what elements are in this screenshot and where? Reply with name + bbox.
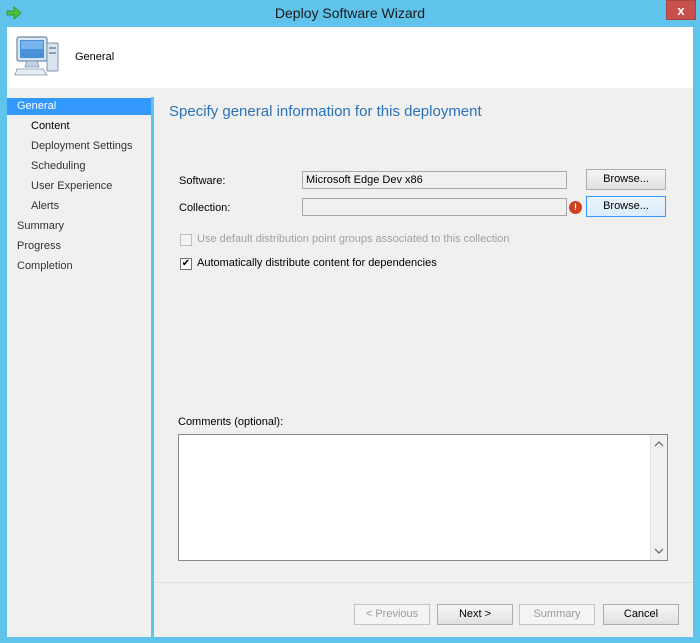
nav-item-user-experience[interactable]: User Experience [7,178,151,195]
nav-item-completion[interactable]: Completion [7,258,151,275]
use-default-dp-label: Use default distribution point groups as… [197,233,510,245]
page-header: General [7,27,693,88]
collection-browse-button[interactable]: Browse... [586,196,666,217]
nav-item-summary[interactable]: Summary [7,218,151,235]
computer-icon [14,36,59,76]
wizard-window: Deploy Software Wizard x General General… [0,0,700,643]
close-button[interactable]: x [666,0,696,20]
software-browse-button[interactable]: Browse... [586,169,666,190]
nav-item-progress[interactable]: Progress [7,238,151,255]
comments-textarea[interactable] [178,434,668,561]
collection-field[interactable] [302,198,567,216]
check-icon: ✔ [181,258,191,269]
summary-button[interactable]: Summary [519,604,595,625]
next-button[interactable]: Next > [437,604,513,625]
header-separator [7,88,693,97]
comments-label: Comments (optional): [178,416,284,428]
use-default-dp-checkbox[interactable] [180,234,192,246]
nav-item-content[interactable]: Content [7,118,151,135]
software-label: Software: [179,175,226,187]
collection-label: Collection: [179,202,231,214]
software-field[interactable]: Microsoft Edge Dev x86 [302,171,567,189]
window-title: Deploy Software Wizard [274,5,426,21]
previous-button[interactable]: < Previous [354,604,430,625]
auto-distribute-label: Automatically distribute content for dep… [197,257,437,269]
auto-distribute-checkbox[interactable]: ✔ [180,258,192,270]
nav-item-scheduling[interactable]: Scheduling [7,158,151,175]
nav-item-deployment-settings[interactable]: Deployment Settings [7,138,151,155]
content-heading: Specify general information for this dep… [169,103,482,120]
nav-item-alerts[interactable]: Alerts [7,198,151,215]
title-bar: Deploy Software Wizard x [0,0,700,27]
error-icon: ! [569,201,582,214]
nav-item-general[interactable]: General [7,98,151,115]
page-title: General [75,51,115,63]
content-pane: Specify general information for this dep… [154,97,693,582]
wizard-nav: General Content Deployment Settings Sche… [7,97,151,637]
wizard-footer: < Previous Next > Summary Cancel [154,582,693,637]
cancel-button[interactable]: Cancel [603,604,679,625]
